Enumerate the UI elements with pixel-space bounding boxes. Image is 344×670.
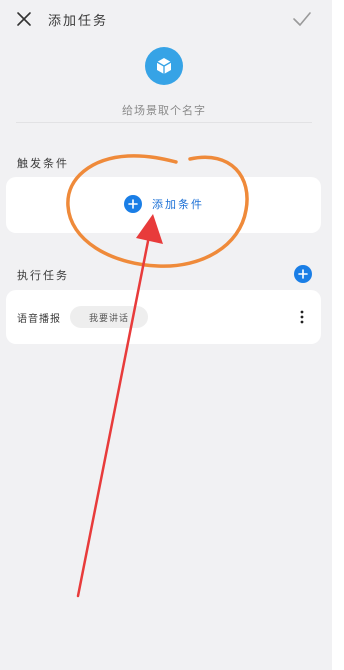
name-divider xyxy=(16,122,312,123)
page-title: 添加任务 xyxy=(48,14,109,29)
plus-circle-icon xyxy=(298,269,308,279)
plus-circle-icon xyxy=(124,195,142,213)
add-task-button[interactable] xyxy=(294,265,312,283)
checkmark-icon xyxy=(293,12,311,26)
more-vertical-icon xyxy=(300,310,304,324)
close-icon xyxy=(17,12,31,26)
cube-icon xyxy=(156,58,172,74)
scene-name-input[interactable] xyxy=(16,98,312,122)
task-more-button[interactable] xyxy=(292,306,312,328)
phone-screen: 添加任务 触发条件 添加条件 执行任务 语音播报 我要讲话 xyxy=(0,0,332,670)
confirm-button[interactable] xyxy=(290,7,314,31)
add-condition-label: 添加条件 xyxy=(152,198,204,211)
add-condition-button[interactable]: 添加条件 xyxy=(124,195,204,213)
trigger-section-label: 触发条件 xyxy=(17,157,69,170)
task-section-label: 执行任务 xyxy=(17,269,69,282)
close-button[interactable] xyxy=(12,7,36,31)
task-name: 语音播报 xyxy=(17,314,61,325)
scene-icon-button[interactable] xyxy=(145,47,183,85)
task-detail-chip[interactable]: 我要讲话 xyxy=(70,306,148,328)
screen-edge xyxy=(332,0,344,670)
